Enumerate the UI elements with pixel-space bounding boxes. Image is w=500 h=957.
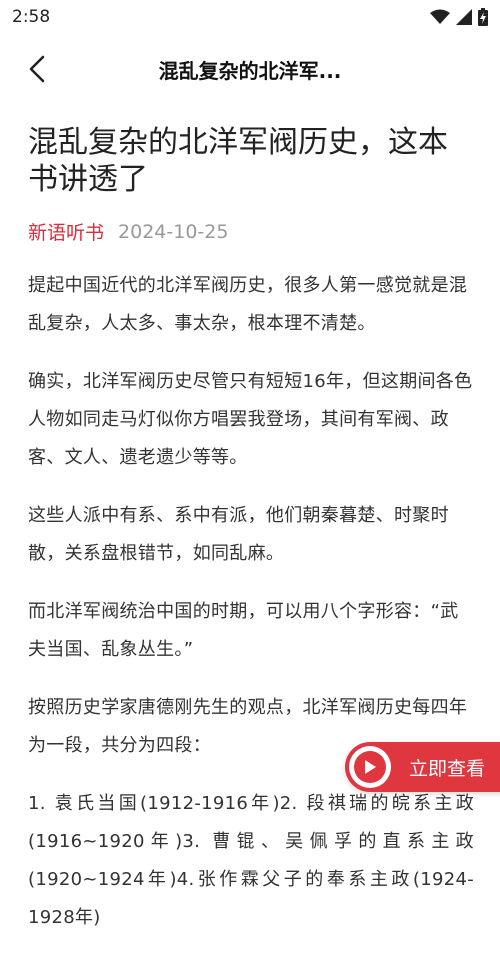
paragraph-3: 这些人派中有系、系中有派，他们朝秦暮楚、时聚时散，关系盘根错节，如同乱麻。: [28, 505, 449, 564]
back-button[interactable]: [20, 52, 54, 86]
article: 混乱复杂的北洋军阀历史，这本书讲透了 新语听书 2024-10-25 提起中国近…: [28, 124, 474, 957]
status-bar: 2:58: [0, 0, 500, 34]
view-now-label: 立即查看: [409, 757, 486, 780]
article-title: 混乱复杂的北洋军阀历史，这本书讲透了: [28, 125, 448, 197]
chevron-left-icon: [29, 55, 45, 83]
nav-title: 混乱复杂的北洋军...: [158, 58, 342, 83]
wifi-icon: [430, 9, 450, 24]
paragraph-2: 确实，北洋军阀历史尽管只有短短16年，但这期间各色人物如同走马灯似你方唱罢我登场…: [28, 371, 473, 468]
article-source-link[interactable]: 新语听书: [28, 218, 104, 245]
top-nav-bar: 混乱复杂的北洋军...: [0, 34, 500, 104]
article-meta: 新语听书 2024-10-25: [28, 218, 474, 245]
status-icons: [430, 8, 488, 26]
battery-icon: [478, 8, 488, 26]
article-date: 2024-10-25: [118, 220, 229, 243]
paragraph-4: 而北洋军阀统治中国的时期，可以用八个字形容：“武夫当国、乱象丛生。”: [28, 601, 459, 660]
view-now-button[interactable]: 立即查看: [345, 742, 500, 792]
paragraph-6: 1. 袁氏当国(1912-1916年)2. 段祺瑞的皖系主政(1916~1920…: [28, 793, 474, 928]
article-content: 提起中国近代的北洋军阀历史，很多人第一感觉就是混乱复杂，人太多、事太杂，根本理不…: [28, 267, 474, 937]
status-time: 2:58: [12, 7, 51, 27]
play-icon: [354, 751, 386, 783]
paragraph-1: 提起中国近代的北洋军阀历史，很多人第一感觉就是混乱复杂，人太多、事太杂，根本理不…: [28, 275, 468, 334]
play-button-ring: [349, 746, 391, 788]
cellular-signal-icon: [456, 9, 472, 25]
